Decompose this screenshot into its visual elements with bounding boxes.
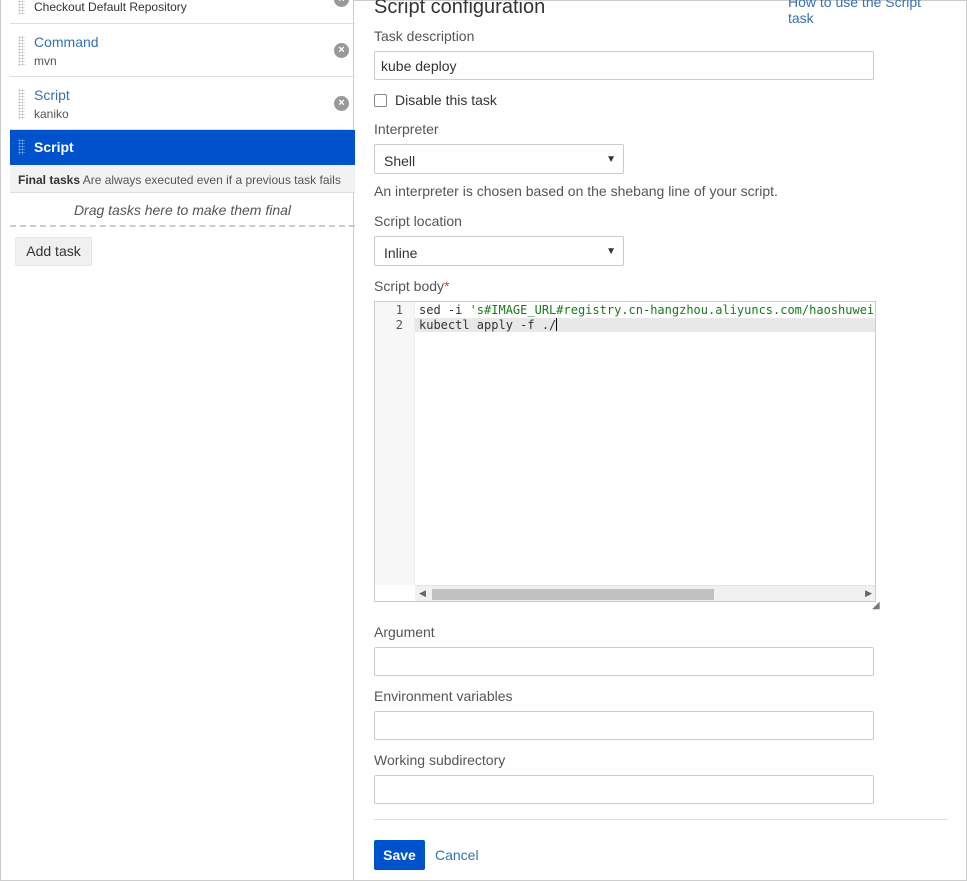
final-tasks-title: Final tasks [18,173,81,187]
drag-handle-icon[interactable] [18,0,25,14]
script-body-label: Script body* [374,278,450,294]
interpreter-label: Interpreter [374,121,439,137]
code-string: 's#IMAGE_URL#registry.cn-hangzhou.aliyun… [469,303,876,317]
remove-task-icon[interactable]: × [334,43,349,58]
drop-hint: Drag tasks here to make them final [73,202,292,218]
final-tasks-desc: Are always executed even if a previous t… [82,173,341,187]
working-subdirectory-label: Working subdirectory [374,752,506,768]
drag-handle-icon[interactable] [18,36,25,66]
environment-variables-label: Environment variables [374,688,513,704]
line-number: 1 [395,303,403,317]
interpreter-hint: An interpreter is chosen based on the sh… [374,183,778,199]
resize-handle-icon[interactable]: ◢ [872,600,880,611]
task-list: Checkout Default Repository × Command mv… [10,0,355,227]
scroll-right-icon[interactable]: ▶ [865,588,872,599]
drag-handle-icon[interactable] [18,139,25,155]
code-line[interactable]: kubectl apply -f ./ [419,318,558,332]
task-subtitle: kaniko [34,107,69,121]
task-description-input[interactable]: kube deploy [374,51,874,80]
form-divider [374,819,948,820]
interpreter-select[interactable]: Shell ▼ [374,144,624,174]
task-name: Checkout Default Repository [34,0,187,14]
script-location-select[interactable]: Inline ▼ [374,236,624,266]
save-button[interactable]: Save [374,840,425,870]
help-link[interactable]: How to use the Script task [788,0,948,26]
script-location-label: Script location [374,213,462,229]
disable-task-checkbox[interactable] [374,93,387,107]
interpreter-value: Shell [384,153,416,169]
task-name[interactable]: Command [34,34,99,50]
script-body-label-text: Script body [374,278,445,294]
argument-label: Argument [374,624,435,640]
disable-task-row[interactable]: Disable this task [374,92,497,108]
script-body-editor[interactable]: 1 2 sed -i 's#IMAGE_URL#registry.cn-hang… [374,301,876,602]
remove-task-icon[interactable]: × [334,96,349,111]
script-location-value: Inline [384,245,418,261]
line-number: 2 [395,318,403,332]
scrollbar-thumb[interactable] [432,589,714,600]
task-item-script-kaniko[interactable]: Script kaniko × [10,77,355,130]
environment-variables-input[interactable] [374,711,874,740]
task-name[interactable]: Script [34,87,70,103]
working-subdirectory-input[interactable] [374,775,874,804]
task-name[interactable]: Script [34,139,74,155]
line-number-gutter [375,302,415,585]
horizontal-scrollbar[interactable]: ◀ ▶ [415,585,875,601]
cancel-link[interactable]: Cancel [435,847,479,863]
code-line[interactable]: sed -i 's#IMAGE_URL#registry.cn-hangzhou… [419,303,876,317]
dropdown-arrow-icon: ▼ [606,154,616,165]
task-item-checkout[interactable]: Checkout Default Repository × [10,0,355,24]
disable-task-label[interactable]: Disable this task [395,92,497,108]
argument-input[interactable] [374,647,874,676]
page-title: Script configuration [374,0,546,18]
task-item-command[interactable]: Command mvn × [10,24,355,77]
task-sidebar: Checkout Default Repository × Command mv… [1,0,355,880]
remove-task-icon[interactable]: × [334,0,349,7]
task-item-script-active[interactable]: Script [10,130,355,165]
dropdown-arrow-icon: ▼ [606,246,616,257]
code-command: sed -i [419,303,470,317]
task-description-label: Task description [374,28,475,44]
final-tasks-header: Final tasks Are always executed even if … [10,165,355,193]
drag-handle-icon[interactable] [18,89,25,119]
final-tasks-drop-zone[interactable]: Drag tasks here to make them final [10,193,355,227]
text-cursor [556,318,558,331]
add-task-button[interactable]: Add task [15,237,92,266]
scroll-left-icon[interactable]: ◀ [419,588,426,599]
required-marker: * [444,278,450,294]
code-command: kubectl apply -f ./ [419,318,557,332]
task-subtitle: mvn [34,54,57,68]
